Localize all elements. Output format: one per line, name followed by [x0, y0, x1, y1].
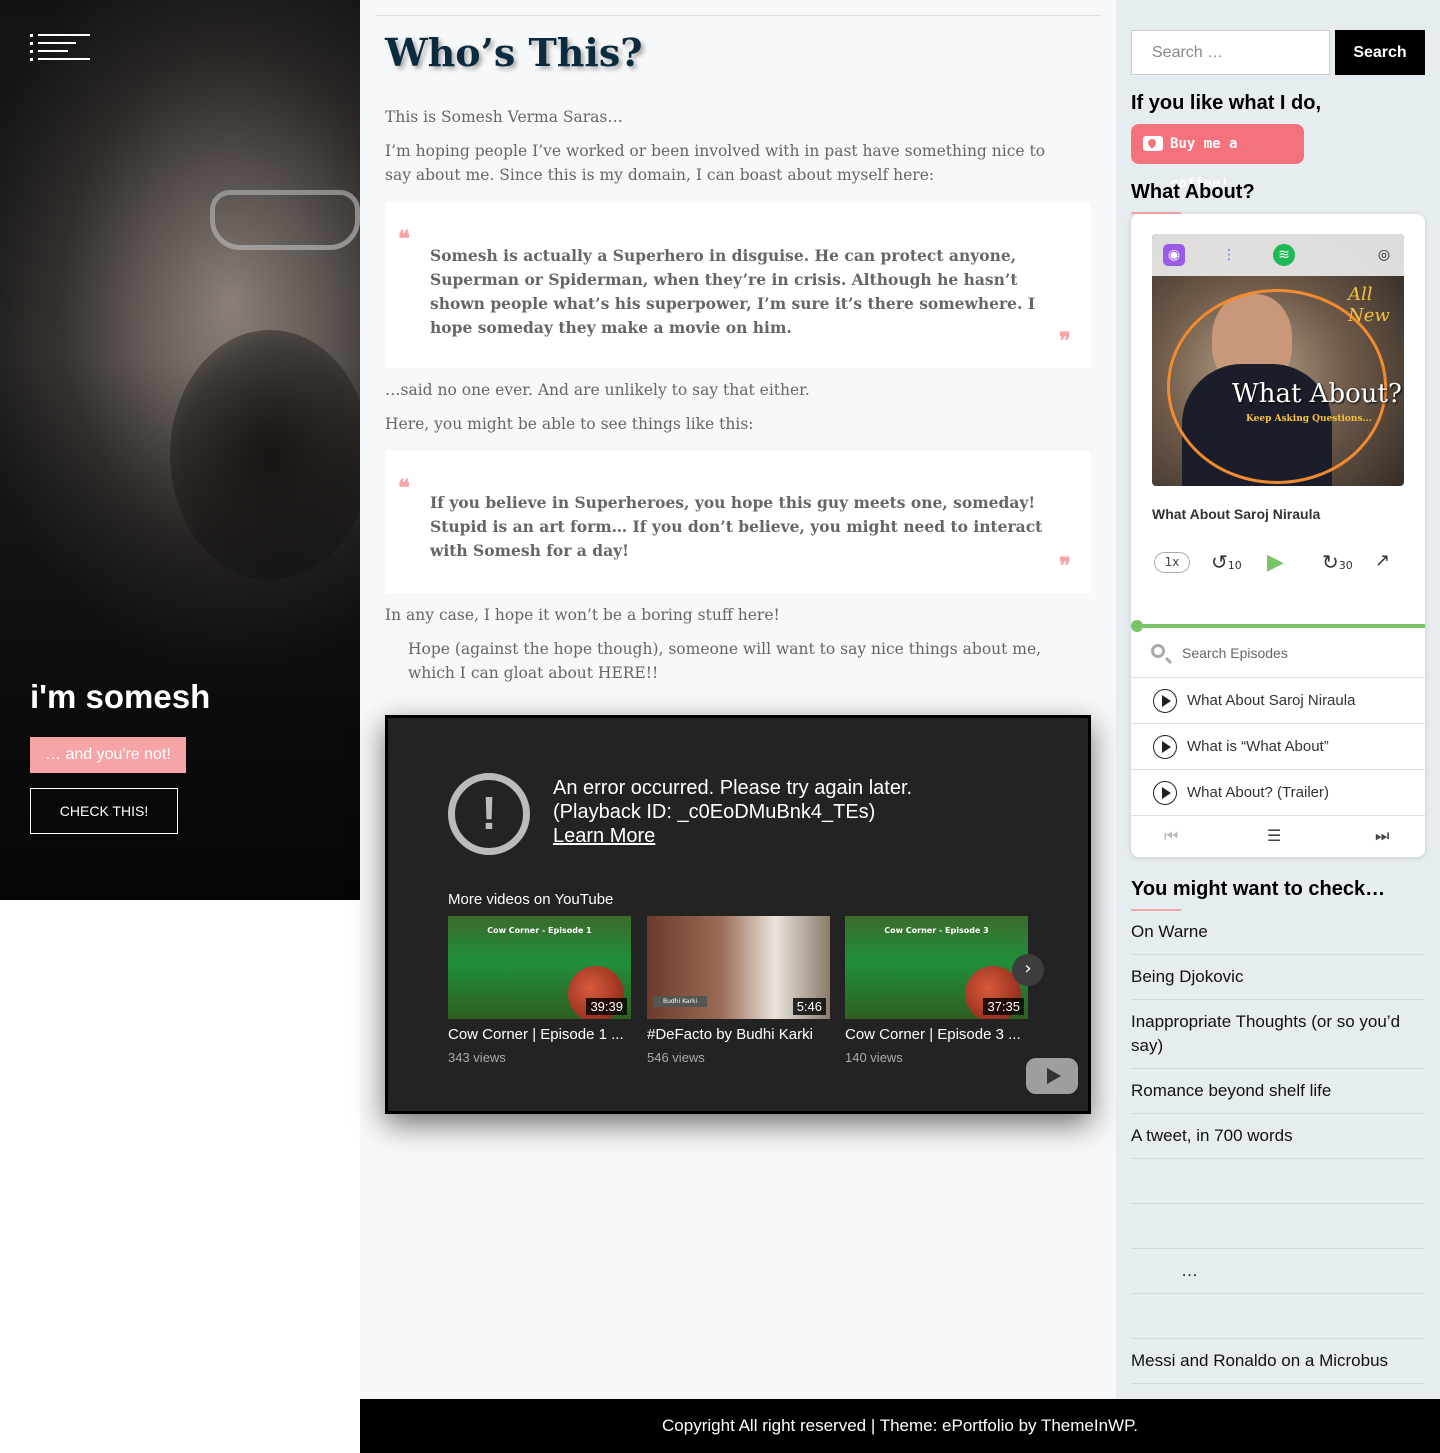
video-duration: 37:35: [983, 998, 1024, 1015]
video-views: 140 views: [845, 1050, 903, 1065]
copyright-text: Copyright All right reserved: [662, 1416, 867, 1435]
youtube-embed[interactable]: ! An error occurred. Please try again la…: [385, 715, 1091, 1114]
widget-title: What About?: [1131, 181, 1255, 203]
quote-open-icon: ❝: [398, 475, 410, 501]
recent-post-link[interactable]: [1131, 1294, 1425, 1339]
recent-post-link[interactable]: On Warne: [1131, 910, 1425, 955]
recent-post-link[interactable]: [1131, 1204, 1425, 1249]
skip-back-icon[interactable]: ↺10: [1211, 550, 1242, 574]
recent-post-link[interactable]: A tweet, in 700 words: [1131, 1114, 1425, 1159]
video-views: 546 views: [647, 1050, 705, 1065]
progress-bar[interactable]: [1131, 620, 1425, 632]
youtube-logo-icon[interactable]: [1026, 1058, 1078, 1094]
quote-close-icon: ❞: [1059, 328, 1071, 354]
video-title[interactable]: Cow Corner | Episode 3 ...: [845, 1026, 1028, 1043]
play-icon[interactable]: ▶: [1267, 550, 1284, 575]
theme-credit-link[interactable]: Theme: ePortfolio by ThemeInWP.: [880, 1416, 1138, 1435]
episode-item[interactable]: What is “What About”: [1131, 724, 1425, 770]
spotify-icon[interactable]: ≋: [1273, 244, 1295, 266]
divider: [375, 15, 1101, 16]
google-podcasts-icon[interactable]: ⋮: [1218, 244, 1240, 266]
recent-post-link[interactable]: Romance beyond shelf life: [1131, 1069, 1425, 1114]
playlist-icon[interactable]: ☰: [1267, 826, 1281, 845]
skip-forward-icon[interactable]: ↻30: [1322, 550, 1353, 574]
recent-posts-list: On Warne Being Djokovic Inappropriate Th…: [1131, 910, 1425, 1384]
play-circle-icon[interactable]: [1153, 735, 1177, 759]
hoping-paragraph: I’m hoping people I’ve worked or been in…: [385, 142, 1046, 184]
quote-text: If you believe in Superheroes, you hope …: [430, 493, 1043, 560]
video-title[interactable]: #DeFacto by Budhi Karki: [647, 1026, 830, 1043]
kofi-button[interactable]: Buy me a coffee!: [1131, 124, 1304, 192]
said-no-one-paragraph: …said no one ever. And are unlikely to s…: [385, 381, 810, 399]
intro-paragraph: This is Somesh Verma Saras…: [385, 108, 623, 126]
cover-title: What About?: [1232, 379, 1402, 409]
recent-post-link[interactable]: …: [1131, 1249, 1425, 1294]
episode-title: What About Saroj Niraula: [1152, 506, 1321, 522]
recent-post-link[interactable]: [1131, 1159, 1425, 1204]
episode-item[interactable]: What About Saroj Niraula: [1131, 678, 1425, 724]
episode-search-input[interactable]: Search Episodes: [1182, 645, 1288, 661]
coffee-cup-icon: [1143, 136, 1163, 151]
video-duration: 5:46: [792, 998, 826, 1015]
search-button[interactable]: Search: [1335, 30, 1425, 75]
menu-icon[interactable]: [30, 32, 92, 62]
any-case-paragraph: In any case, I hope it won’t be a boring…: [385, 606, 780, 624]
video-title[interactable]: Cow Corner | Episode 1 ...: [448, 1026, 631, 1043]
check-this-button[interactable]: CHECK THIS!: [30, 788, 178, 834]
quote-close-icon: ❞: [1059, 553, 1071, 579]
footer-separator: |: [866, 1416, 880, 1435]
cover-badge: All New: [1348, 284, 1390, 326]
search-icon: [1151, 644, 1165, 658]
play-circle-icon[interactable]: [1153, 689, 1177, 713]
cover-subtitle: Keep Asking Questions...: [1246, 414, 1372, 424]
episode-search[interactable]: Search Episodes: [1131, 630, 1425, 678]
apple-podcasts-icon[interactable]: ◉: [1163, 244, 1185, 266]
video-views: 343 views: [448, 1050, 506, 1065]
widget-title: You might want to check…: [1131, 878, 1386, 900]
previous-episode-icon[interactable]: ⏮: [1164, 826, 1178, 846]
page-title: Who’s This?: [385, 30, 643, 75]
episode-item[interactable]: What About? (Trailer): [1131, 770, 1425, 816]
footer: Copyright All right reserved | Theme: eP…: [360, 1399, 1440, 1453]
hero-title: i'm somesh: [30, 678, 211, 715]
learn-more-link[interactable]: Learn More: [553, 825, 655, 848]
quote-text: Somesh is actually a Superhero in disgui…: [430, 246, 1036, 337]
podcast-cover: ◉ ⋮ ≋ ◎ All New What About? Keep Asking …: [1152, 234, 1404, 486]
recent-post-link[interactable]: Messi and Ronaldo on a Microbus: [1131, 1339, 1425, 1384]
next-episode-icon[interactable]: ⏭: [1375, 826, 1389, 846]
widget-title: If you like what I do,: [1131, 92, 1322, 114]
video-thumbnail[interactable]: Budhi Karki 5:46: [647, 916, 830, 1019]
share-icon[interactable]: ↗: [1375, 550, 1390, 571]
podcast-icon[interactable]: ◎: [1373, 244, 1395, 266]
blockquote: ❝ Somesh is actually a Superhero in disg…: [385, 202, 1091, 368]
hero-tagline: … and you're not!: [30, 737, 186, 773]
video-thumbnail[interactable]: Cow Corner - Episode 1 39:39: [448, 916, 631, 1019]
error-message: An error occurred. Please try again late…: [553, 777, 913, 823]
podcast-player: ◉ ⋮ ≋ ◎ All New What About? Keep Asking …: [1131, 214, 1425, 857]
search-input[interactable]: Search …: [1131, 30, 1330, 75]
hero-banner: i'm somesh … and you're not! CHECK THIS!: [0, 0, 360, 900]
next-video-chevron-icon[interactable]: ›: [1012, 954, 1044, 986]
video-thumbnail[interactable]: Cow Corner - Episode 3 37:35: [845, 916, 1028, 1019]
error-icon: !: [448, 773, 530, 855]
hope-paragraph: Hope (against the hope though), someone …: [408, 640, 1042, 682]
playback-speed[interactable]: 1x: [1154, 552, 1190, 573]
recent-post-link[interactable]: Being Djokovic: [1131, 955, 1425, 1000]
more-videos-heading: More videos on YouTube: [448, 891, 614, 908]
here-paragraph: Here, you might be able to see things li…: [385, 415, 754, 433]
recent-post-link[interactable]: Inappropriate Thoughts (or so you’d say): [1131, 1000, 1425, 1069]
blockquote: ❝ If you believe in Superheroes, you hop…: [385, 451, 1091, 593]
quote-open-icon: ❝: [398, 226, 410, 252]
video-duration: 39:39: [586, 998, 627, 1015]
play-circle-icon[interactable]: [1153, 781, 1177, 805]
